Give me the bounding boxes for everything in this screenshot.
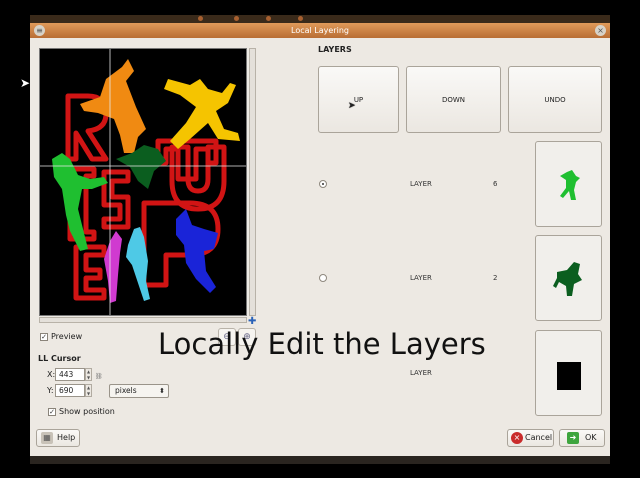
preview-checkbox[interactable]: ✓: [40, 333, 48, 341]
show-position-label: Show position: [59, 407, 115, 416]
y-coordinate-input[interactable]: 690: [55, 384, 85, 397]
preview-vertical-scrollbar[interactable]: [249, 48, 256, 316]
window-title: Local Layering: [291, 26, 349, 35]
ok-button[interactable]: ➜ OK: [559, 429, 605, 447]
preview-label: Preview: [51, 332, 83, 341]
up-button[interactable]: UP: [318, 66, 399, 133]
cancel-icon: ×: [511, 432, 523, 444]
titlebar[interactable]: ≡ Local Layering ×: [30, 23, 610, 38]
down-button[interactable]: DOWN: [406, 66, 501, 133]
up-label: UP: [353, 95, 364, 104]
undo-label: UNDO: [544, 95, 566, 104]
preview-image: [40, 49, 246, 315]
layer-label-1: LAYER: [410, 180, 432, 188]
taskbar-dot: [234, 16, 239, 21]
local-layering-dialog: ≡ Local Layering × ✚ ⊖ ⊕ ✓ Preview LL Cu…: [30, 23, 610, 456]
navigate-icon[interactable]: ✚: [248, 316, 256, 327]
video-caption: Locally Edit the Layers: [158, 327, 486, 361]
window-close-icon[interactable]: ×: [595, 25, 606, 36]
y-spin-button[interactable]: ▲ ▼: [85, 384, 92, 397]
taskbar-dot: [266, 16, 271, 21]
taskbar-dot: [298, 16, 303, 21]
down-label: DOWN: [441, 95, 466, 104]
mouse-pointer-icon: ➤: [20, 76, 31, 90]
layers-heading: LAYERS: [318, 45, 352, 54]
unit-value: pixels: [115, 386, 137, 395]
help-label: Help: [57, 433, 76, 442]
mouse-pointer-icon: ➤: [348, 101, 356, 111]
layer-label-3: LAYER: [410, 369, 432, 377]
layer-thumbnail-3[interactable]: [535, 330, 602, 416]
layer-thumbnail-2[interactable]: [535, 235, 602, 321]
window-menu-icon[interactable]: ≡: [34, 25, 45, 36]
ok-label: OK: [585, 433, 597, 442]
x-spin-button[interactable]: ▲ ▼: [85, 368, 92, 381]
x-label: X:: [47, 370, 56, 379]
desktop-bottom-strip: [30, 456, 610, 464]
show-position-checkbox[interactable]: ✓: [48, 408, 56, 416]
cancel-button[interactable]: × Cancel: [507, 429, 554, 447]
layer-number-2: 2: [493, 274, 498, 282]
chain-link-icon[interactable]: ⛓: [95, 373, 103, 380]
layer-thumbnail-1[interactable]: [535, 141, 602, 227]
chevron-down-icon: ⬍: [159, 387, 165, 395]
ll-cursor-heading: LL Cursor: [38, 354, 81, 363]
cancel-label: Cancel: [525, 433, 553, 442]
undo-button[interactable]: UNDO: [508, 66, 602, 133]
layer-label-2: LAYER: [410, 274, 432, 282]
x-coordinate-input[interactable]: 443: [55, 368, 85, 381]
preview-horizontal-scrollbar[interactable]: [39, 317, 247, 323]
layer-radio-2[interactable]: [319, 274, 327, 282]
ok-icon: ➜: [567, 432, 579, 444]
help-icon: ▦: [41, 432, 53, 444]
help-button[interactable]: ▦ Help: [36, 429, 80, 447]
preview-canvas[interactable]: [39, 48, 247, 316]
desktop-top-strip: [30, 15, 610, 23]
layer-radio-1[interactable]: [319, 180, 327, 188]
layer-number-1: 6: [493, 180, 498, 188]
taskbar-dot: [198, 16, 203, 21]
unit-select[interactable]: pixels ⬍: [109, 384, 169, 398]
y-label: Y:: [47, 386, 54, 395]
